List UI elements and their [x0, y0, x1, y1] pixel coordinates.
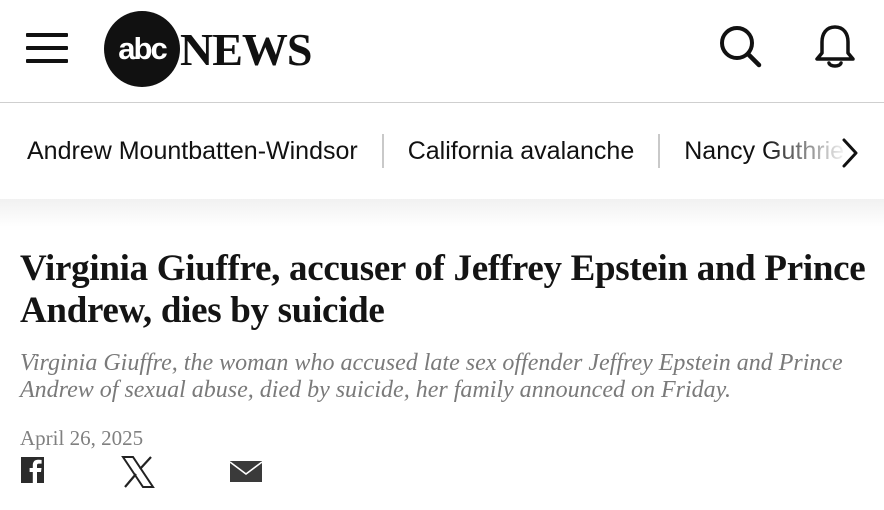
topic-divider: [658, 134, 661, 168]
article-dek: Virginia Giuffre, the woman who accused …: [20, 350, 843, 403]
topic-link[interactable]: California avalanche: [408, 137, 635, 166]
facebook-icon[interactable]: [20, 455, 46, 489]
search-icon[interactable]: [718, 24, 764, 70]
topic-link[interactable]: Nancy Guthrie: [684, 137, 844, 166]
abc-logo-mark: abc: [104, 11, 180, 87]
article-headline: Virginia Giuffre, accuser of Jeffrey Eps…: [20, 248, 866, 331]
bell-icon[interactable]: [812, 22, 858, 72]
menu-bar: [26, 59, 68, 63]
article-date: April 26, 2025: [20, 426, 144, 450]
menu-bar: [26, 33, 68, 37]
email-icon[interactable]: [228, 455, 264, 489]
site-header: abc NEWS: [0, 0, 884, 103]
topic-link[interactable]: Andrew Mountbatten-Windsor: [27, 137, 358, 166]
trending-topics-bar: Andrew Mountbatten-Windsor California av…: [0, 103, 884, 199]
hamburger-menu-icon[interactable]: [26, 33, 70, 63]
topic-divider: [381, 134, 384, 168]
abc-news-logo[interactable]: abc NEWS: [104, 11, 312, 87]
chevron-right-icon[interactable]: [836, 136, 864, 170]
topics-track: Andrew Mountbatten-Windsor California av…: [27, 103, 844, 199]
x-icon[interactable]: [120, 455, 156, 489]
news-logo-text: NEWS: [180, 23, 312, 75]
section-shadow-band: [0, 199, 884, 227]
menu-bar: [26, 46, 68, 50]
